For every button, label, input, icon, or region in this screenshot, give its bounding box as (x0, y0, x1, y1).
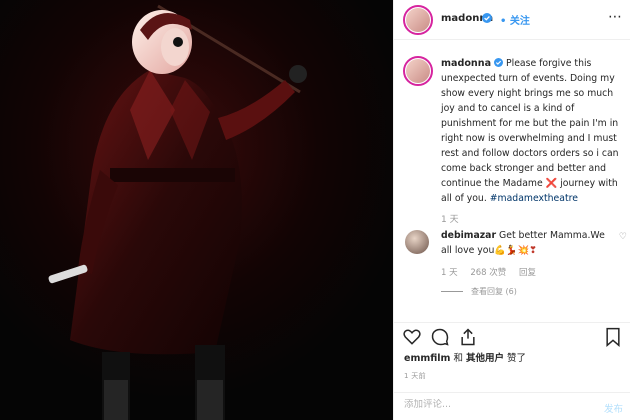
follow-label: 关注 (509, 16, 530, 27)
verified-badge-icon (482, 13, 492, 23)
verified-badge-icon (494, 58, 504, 67)
author-avatar-ring[interactable] (403, 5, 433, 35)
post-comment-button[interactable]: 发布 (604, 401, 623, 415)
share-icon[interactable] (458, 327, 478, 347)
caption-text-block: madonna Please forgive this unexpected t… (441, 56, 627, 206)
comment-icon[interactable] (430, 327, 450, 347)
comment-like-icon[interactable]: ♡ (619, 232, 627, 242)
hashtag-link[interactable]: #madamextheatre (490, 193, 578, 204)
post-side-panel: madonna • 关注 ⋯ madonna Please forgive th… (393, 0, 630, 420)
liker-username[interactable]: emmfilm (404, 353, 450, 364)
view-replies-label: 查看回复 (6) (471, 287, 517, 296)
comments-list[interactable]: madonna Please forgive this unexpected t… (394, 40, 630, 322)
follow-button[interactable]: • 关注 (500, 12, 530, 27)
bookmark-icon[interactable] (604, 327, 622, 347)
comment-meta: 1 天 268 次赞 回复 (441, 266, 627, 278)
likes-summary: emmfilm 和 其他用户 赞了 (404, 350, 526, 364)
caption-comment: madonna Please forgive this unexpected t… (403, 56, 627, 225)
performer-image (0, 0, 393, 420)
comment-timestamp[interactable]: 1 天 (441, 268, 458, 278)
avatar[interactable] (405, 230, 429, 254)
heart-icon[interactable] (402, 327, 422, 347)
avatar[interactable] (406, 59, 430, 83)
other-likers-link[interactable]: 其他用户 (466, 353, 504, 364)
comment-composer: 发布 (394, 392, 630, 420)
post-actions: emmfilm 和 其他用户 赞了 1 天前 (394, 322, 630, 402)
avatar[interactable] (406, 8, 430, 32)
comment-like-count[interactable]: 268 次赞 (470, 268, 506, 278)
replies-divider (441, 291, 463, 292)
caption-avatar-ring[interactable] (403, 56, 433, 86)
comment-item: debimazar Get better Mamma.We all love y… (403, 228, 627, 297)
cross-emoji: ❌ (545, 178, 558, 189)
comment-emoji: 💪💃💥❣ (494, 245, 537, 256)
reply-button[interactable]: 回复 (519, 268, 536, 278)
caption-timestamp[interactable]: 1 天 (441, 212, 627, 225)
comment-text-block: debimazar Get better Mamma.We all love y… (441, 228, 627, 258)
post-header: madonna • 关注 ⋯ (394, 0, 630, 40)
comment-input[interactable] (404, 399, 584, 410)
view-replies-button[interactable]: 查看回复 (6) (441, 286, 627, 297)
comment-username[interactable]: debimazar (441, 230, 496, 241)
more-options-icon[interactable]: ⋯ (608, 9, 623, 25)
likes-conj: 和 (450, 353, 466, 364)
post-timestamp[interactable]: 1 天前 (404, 371, 426, 381)
follow-separator: • (500, 16, 507, 27)
caption-text: Please forgive this unexpected turn of e… (441, 58, 619, 189)
post-photo[interactable] (0, 0, 393, 420)
caption-username[interactable]: madonna (441, 58, 491, 69)
likes-suffix: 赞了 (504, 353, 527, 364)
